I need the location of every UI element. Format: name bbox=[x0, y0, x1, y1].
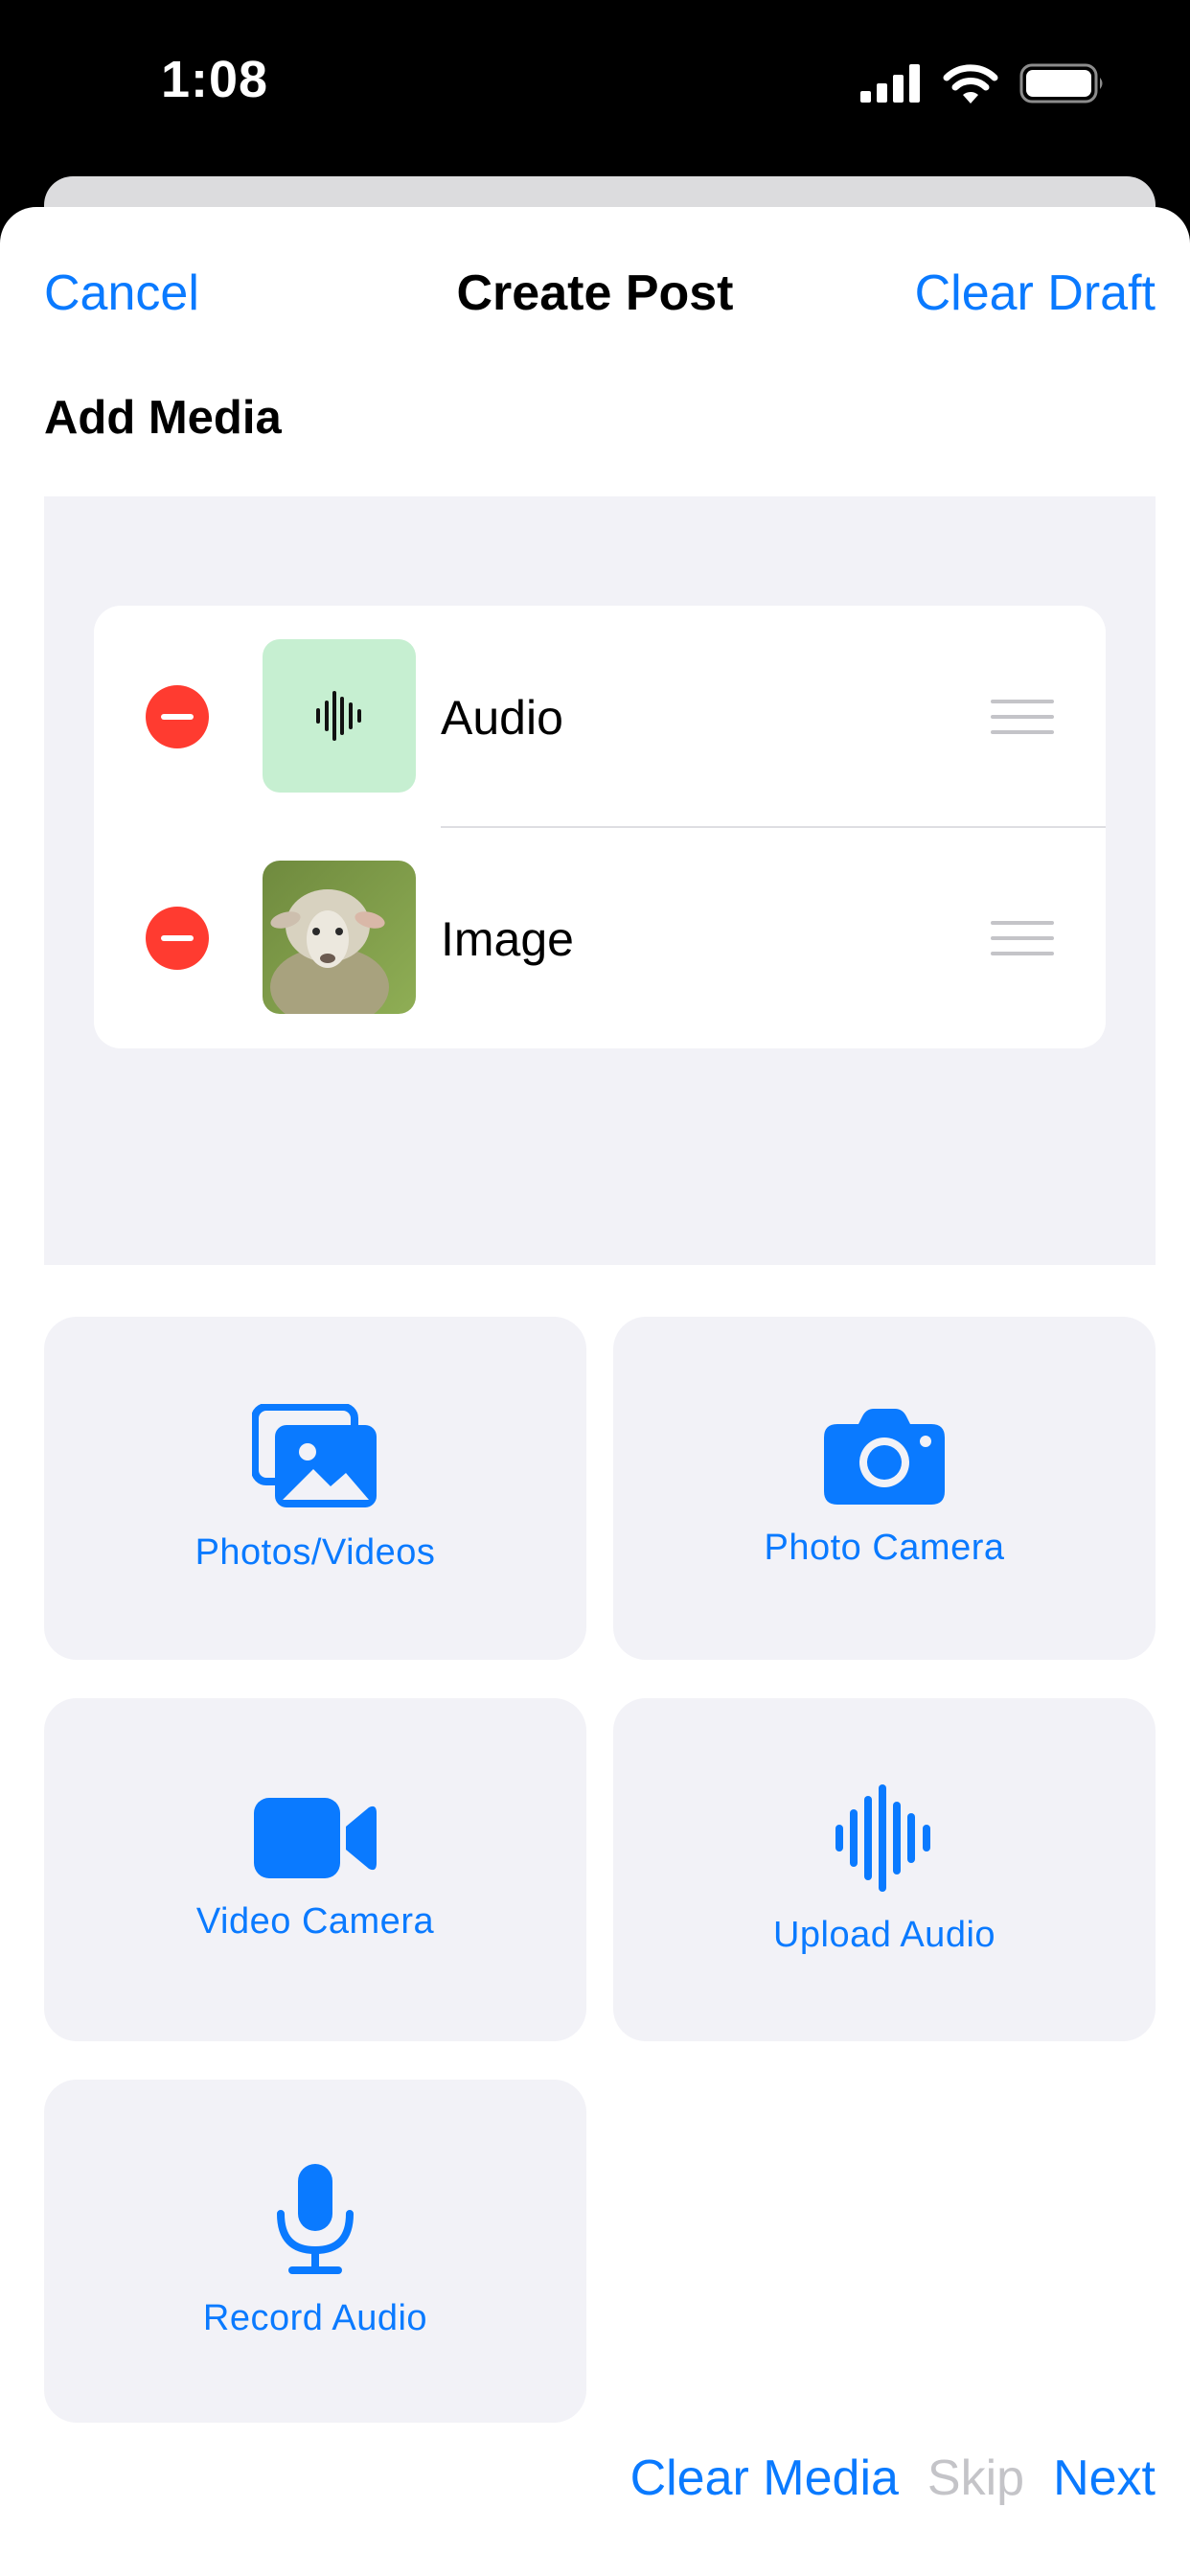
status-time: 1:08 bbox=[161, 51, 269, 108]
waveform-icon bbox=[316, 691, 361, 741]
photo-camera-tile[interactable]: Photo Camera bbox=[613, 1317, 1156, 1660]
wifi-icon bbox=[943, 64, 998, 104]
media-item-image[interactable]: Image bbox=[94, 827, 1106, 1048]
image-thumbnail bbox=[263, 861, 416, 1014]
microphone-icon bbox=[277, 2163, 354, 2274]
camera-icon bbox=[824, 1408, 945, 1505]
tile-label: Photo Camera bbox=[764, 1527, 1005, 1568]
media-item-label: Audio bbox=[441, 691, 563, 745]
section-title: Add Media bbox=[44, 392, 282, 444]
media-list-area: Audio Image bbox=[44, 496, 1156, 1265]
reorder-handle[interactable] bbox=[991, 921, 1054, 955]
cancel-button[interactable]: Cancel bbox=[44, 264, 199, 322]
remove-image-button[interactable] bbox=[146, 907, 209, 970]
tile-label: Upload Audio bbox=[772, 1914, 996, 1955]
status-icons bbox=[860, 63, 1106, 104]
next-button[interactable]: Next bbox=[1053, 2450, 1156, 2507]
media-item-audio[interactable]: Audio bbox=[94, 606, 1106, 828]
photos-videos-tile[interactable]: Photos/Videos bbox=[44, 1317, 586, 1660]
clear-media-button[interactable]: Clear Media bbox=[630, 2450, 899, 2507]
remove-audio-button[interactable] bbox=[146, 685, 209, 748]
sheep-photo bbox=[263, 861, 416, 1014]
tile-label: Photos/Videos bbox=[195, 1531, 436, 1573]
upload-audio-tile[interactable]: Upload Audio bbox=[613, 1698, 1156, 2041]
tile-label: Video Camera bbox=[195, 1900, 435, 1942]
waveform-icon bbox=[835, 1783, 930, 1892]
record-audio-tile[interactable]: Record Audio bbox=[44, 2080, 586, 2423]
clear-draft-button[interactable]: Clear Draft bbox=[915, 264, 1156, 322]
status-bar: 1:08 bbox=[0, 0, 1190, 177]
video-camera-icon bbox=[254, 1797, 377, 1878]
media-list: Audio Image bbox=[94, 606, 1106, 1048]
cellular-signal-icon bbox=[860, 64, 920, 103]
audio-thumbnail bbox=[263, 639, 416, 793]
bottom-actions: Clear Media Skip Next bbox=[630, 2450, 1156, 2507]
tile-label: Record Audio bbox=[202, 2297, 428, 2338]
battery-icon bbox=[1019, 63, 1103, 104]
reorder-handle[interactable] bbox=[991, 700, 1054, 734]
skip-button[interactable]: Skip bbox=[927, 2450, 1024, 2507]
media-item-label: Image bbox=[441, 912, 574, 966]
photos-icon bbox=[252, 1403, 377, 1507]
video-camera-tile[interactable]: Video Camera bbox=[44, 1698, 586, 2041]
